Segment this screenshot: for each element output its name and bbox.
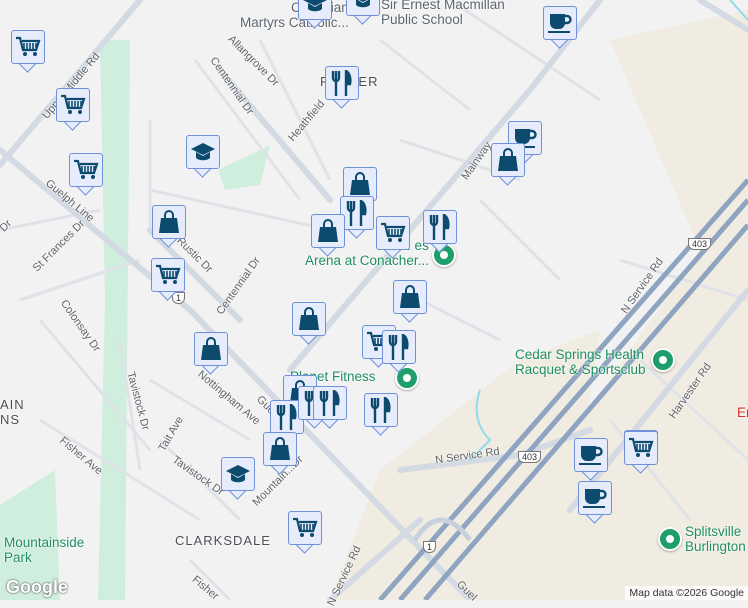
area-label-mountain-2: NS bbox=[0, 412, 21, 427]
map-marker-cart[interactable] bbox=[376, 216, 410, 260]
map-marker-cart[interactable] bbox=[56, 88, 90, 132]
poi-mountainside-park[interactable]: Mountainside Park bbox=[4, 535, 84, 565]
poi-em[interactable]: Em bbox=[737, 405, 748, 420]
restaurant-icon bbox=[382, 330, 416, 364]
map-marker-restaurant[interactable] bbox=[423, 210, 457, 254]
poi-splitsville[interactable]: Splitsville Burlington bbox=[685, 524, 746, 554]
highway-403-shield: 403 bbox=[688, 238, 712, 250]
highway-1-shield: 1 bbox=[423, 541, 437, 553]
map-marker-bag[interactable] bbox=[491, 143, 525, 187]
poi-cedar-springs[interactable]: Cedar Springs Health Racquet & Sportsclu… bbox=[515, 347, 646, 377]
bag-icon bbox=[393, 280, 427, 314]
map-marker-bag[interactable] bbox=[393, 280, 427, 324]
school-icon bbox=[298, 0, 332, 20]
bag-icon bbox=[263, 432, 297, 466]
cart-icon bbox=[376, 216, 410, 250]
map-marker-bag[interactable] bbox=[311, 214, 345, 258]
poi-pin-icon[interactable] bbox=[651, 348, 675, 372]
map-marker-restaurant[interactable] bbox=[340, 196, 374, 240]
bag-icon bbox=[152, 205, 186, 239]
map-marker-bag[interactable] bbox=[292, 302, 326, 346]
cart-icon bbox=[56, 88, 90, 122]
school-icon bbox=[346, 0, 380, 16]
bag-icon bbox=[491, 143, 525, 177]
map-marker-school[interactable] bbox=[186, 135, 220, 179]
map-marker-coffee[interactable] bbox=[574, 438, 608, 482]
map-marker-coffee[interactable] bbox=[543, 6, 577, 50]
school-icon bbox=[221, 457, 255, 491]
highway-403-shield: 403 bbox=[518, 451, 542, 463]
poi-sir-ernest[interactable]: Sir Ernest Macmillan Public School bbox=[381, 0, 505, 27]
poi-canadian-martyrs[interactable]: Canadian Martyrs Catholic... bbox=[240, 0, 349, 30]
cart-icon bbox=[69, 153, 103, 187]
coffee-icon bbox=[543, 6, 577, 40]
restaurant-icon bbox=[340, 196, 374, 230]
cart-icon bbox=[624, 431, 658, 465]
map-marker-bag[interactable] bbox=[263, 432, 297, 476]
restaurant-icon bbox=[364, 393, 398, 427]
map-marker-restaurant[interactable] bbox=[325, 66, 359, 110]
area-label-mountain-1: AIN bbox=[0, 397, 25, 412]
cart-icon bbox=[288, 511, 322, 545]
cart-icon bbox=[151, 258, 185, 292]
restaurant-icon bbox=[325, 66, 359, 100]
google-logo: Google bbox=[6, 577, 68, 597]
map-marker-coffee[interactable] bbox=[578, 481, 612, 525]
map-marker-restaurant[interactable] bbox=[364, 393, 398, 437]
restaurant-icon bbox=[423, 210, 457, 244]
school-icon bbox=[186, 135, 220, 169]
map-marker-cart[interactable] bbox=[11, 30, 45, 74]
bag-icon bbox=[311, 214, 345, 248]
coffee-icon bbox=[574, 438, 608, 472]
cart-icon bbox=[11, 30, 45, 64]
map-attribution[interactable]: Map data ©2026 Google bbox=[625, 586, 748, 600]
map-marker-cart[interactable] bbox=[624, 431, 658, 475]
coffee-icon bbox=[578, 481, 612, 515]
map-marker-cart[interactable] bbox=[69, 153, 103, 197]
map-marker-bag[interactable] bbox=[194, 332, 228, 376]
restaurant-icon bbox=[313, 386, 347, 420]
map-marker-school[interactable] bbox=[346, 0, 380, 26]
poi-pin-icon[interactable] bbox=[658, 527, 682, 551]
map-marker-restaurant[interactable] bbox=[382, 330, 416, 374]
map-marker-cart[interactable] bbox=[151, 258, 185, 302]
bag-icon bbox=[194, 332, 228, 366]
map-marker-school[interactable] bbox=[221, 457, 255, 501]
bag-icon bbox=[292, 302, 326, 336]
map-marker-bag[interactable] bbox=[152, 205, 186, 249]
map-marker-restaurant[interactable] bbox=[313, 386, 347, 430]
area-label-clarksdale: CLARKSDALE bbox=[175, 533, 271, 548]
map-marker-cart[interactable] bbox=[288, 511, 322, 555]
map-marker-school[interactable] bbox=[298, 0, 332, 30]
